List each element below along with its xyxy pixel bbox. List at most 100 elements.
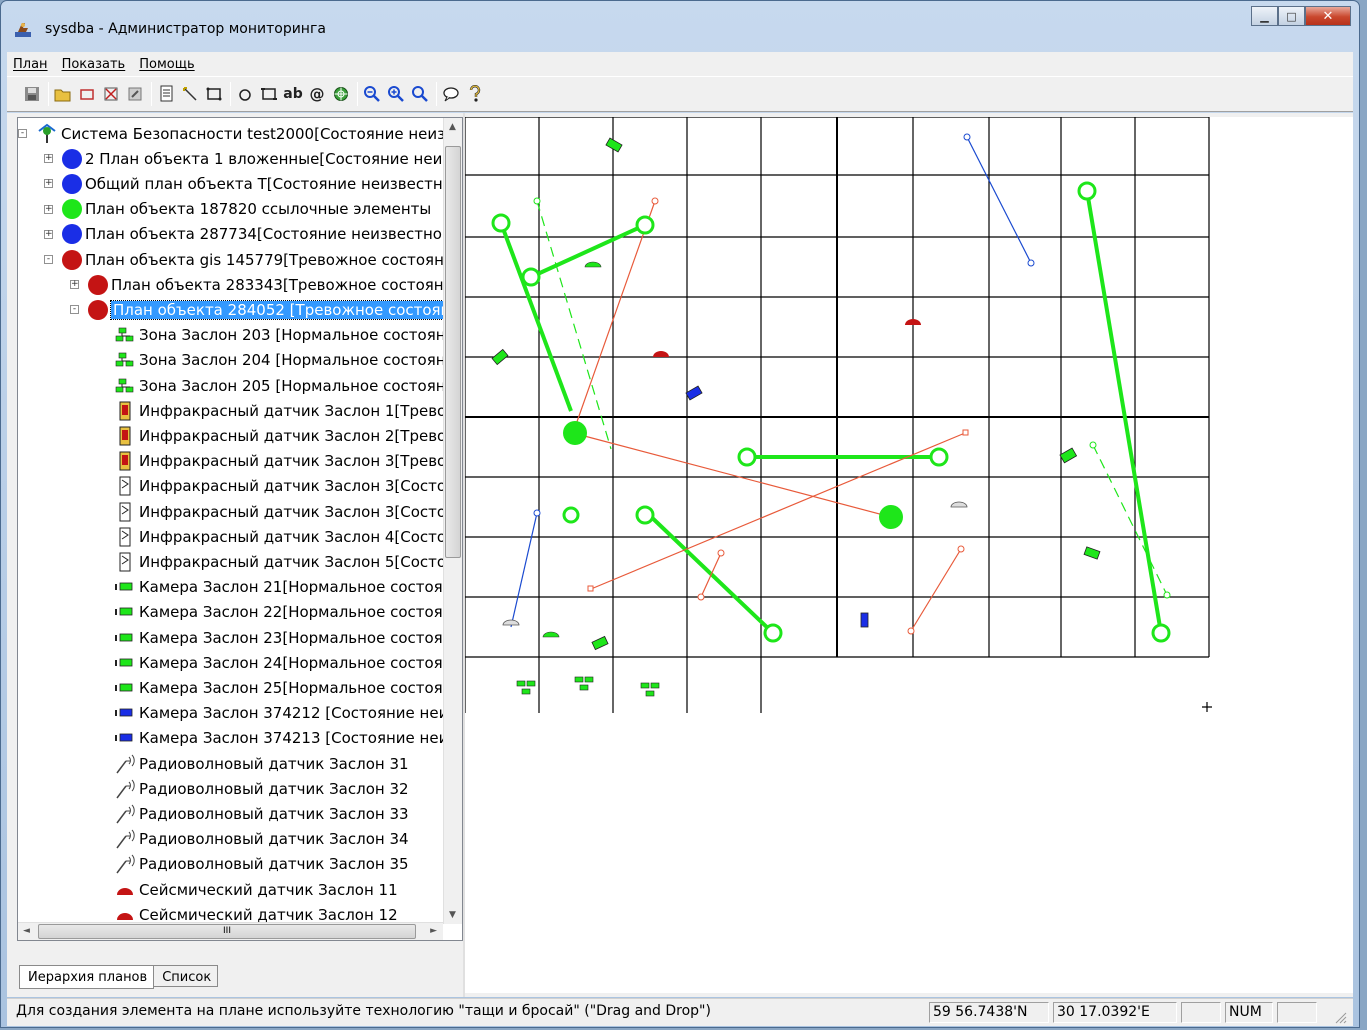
tree-node-label: Инфракрасный датчик Заслон 2[Тревожное с… [139,426,443,445]
ir-sensor-icon [114,526,136,548]
tree-node[interactable]: Инфракрасный датчик Заслон 1[Тревожное с… [114,398,443,423]
tree-node-label: Радиоволновый датчик Заслон 32 [139,779,409,798]
tree-node[interactable]: Зона Заслон 205 [Нормальное состояние] [114,373,443,398]
expand-node-icon[interactable]: + [44,179,53,189]
draw-rect-icon[interactable] [203,83,225,105]
plan-tree-panel: - Система Безопасности test2000[Состояние… [17,117,463,941]
draw-polygon-icon[interactable] [258,83,280,105]
expand-node-icon[interactable]: + [44,154,53,164]
open-folder-icon[interactable] [52,83,74,105]
properties-icon[interactable] [124,83,146,105]
tree-node[interactable]: Зона Заслон 203 [Нормальное состояние] [114,323,443,348]
camera-green-icon [114,601,136,623]
tree-node[interactable]: Камера Заслон 374213 [Состояние неизвест… [114,726,443,751]
menu-show[interactable]: Показать [62,57,126,72]
maximize-button[interactable]: □ [1278,6,1305,26]
scroll-thumb-horizontal[interactable]: III [38,924,416,939]
help-icon[interactable] [464,83,486,105]
panel-tabs: Иерархия планов Список [19,965,219,989]
expand-node-icon[interactable]: + [44,229,53,239]
zone-icon [114,324,136,346]
tree-node[interactable]: Радиоволновый датчик Заслон 33 [114,801,409,826]
resize-grip-icon[interactable] [1333,1010,1347,1024]
delete-icon[interactable] [100,83,122,105]
minimize-button[interactable]: ▁ [1251,6,1278,26]
scroll-down-icon[interactable]: ▼ [449,910,456,920]
ir-sensor-icon [114,475,136,497]
red-circle-icon [88,274,108,295]
save-icon[interactable] [21,83,43,105]
tree-node[interactable]: План объекта gis 145779[Тревожное состоя… [62,247,443,272]
tree-node[interactable]: Радиоволновый датчик Заслон 35 [114,852,409,877]
tree-node[interactable]: Сейсмический датчик Заслон 12 [114,902,398,924]
tree-node[interactable]: Инфракрасный датчик Заслон 4[Состояние н… [114,524,443,549]
tree-node[interactable]: Инфракрасный датчик Заслон 5[Состояние н… [114,549,443,574]
tree-node[interactable]: Камера Заслон 21[Нормальное состояние] [114,575,443,600]
menu-help[interactable]: Помощь [139,57,194,72]
expand-node-icon[interactable]: + [44,204,53,214]
tree-node[interactable]: 2 План объекта 1 вложенные[Состояние неи… [62,146,443,171]
tree-node[interactable]: Камера Заслон 25[Нормальное состояние] [114,675,443,700]
tree-node-label: Радиоволновый датчик Заслон 34 [139,830,409,849]
plan-tree[interactable]: - Система Безопасности test2000[Состояние… [18,118,443,924]
window-title: sysdba - Администратор мониторинга [45,21,326,37]
collapse-node-icon[interactable]: - [18,129,27,138]
ir-sensor-alarm-icon [114,425,136,447]
tree-node[interactable]: Инфракрасный датчик Заслон 3[Состояние н… [114,474,443,499]
tree-node[interactable]: Камера Заслон 23[Нормальное состояние] [114,625,443,650]
tree-node[interactable]: План объекта 284052 [Тревожное состояние… [88,297,443,322]
new-rect-icon[interactable] [76,83,98,105]
ir-sensor-alarm-icon [114,400,136,422]
expand-node-icon[interactable]: + [70,280,79,290]
tree-node[interactable]: Сейсмический датчик Заслон 11 [114,877,398,902]
plan-map[interactable] [464,116,1353,993]
tree-node[interactable]: Система Безопасности test2000[Состояние … [36,121,443,146]
zoom-icon[interactable] [409,83,431,105]
tree-vertical-scrollbar[interactable]: ▲ ▼ [443,118,462,924]
tree-node[interactable]: План объекта 187820 ссылочные элементы [62,197,431,222]
tree-node[interactable]: План объекта 287734[Состояние неизвестно… [62,222,443,247]
globe-icon[interactable] [330,83,352,105]
tree-node-label: Радиоволновый датчик Заслон 31 [139,754,409,773]
tree-node[interactable]: Общий план объекта Т[Состояние неизвестн… [62,171,443,196]
tree-node[interactable]: Камера Заслон 22[Нормальное состояние] [114,600,443,625]
tab-list[interactable]: Список [154,965,219,987]
document-icon[interactable] [155,83,177,105]
tree-node[interactable]: Зона Заслон 204 [Нормальное состояние] [114,348,443,373]
tree-node[interactable]: План объекта 283343[Тревожное состояние] [88,272,443,297]
at-icon[interactable]: @ [306,83,328,105]
ir-sensor-icon [114,551,136,573]
zoom-in-icon[interactable] [385,83,407,105]
collapse-node-icon[interactable]: - [70,305,79,315]
menu-plan[interactable]: План [13,57,48,72]
tree-node[interactable]: Инфракрасный датчик Заслон 2[Тревожное с… [114,423,443,448]
title-bar[interactable]: sysdba - Администратор мониторинга ▁ □ ✕ [1,1,1359,51]
tree-node-label: План объекта 283343[Тревожное состояние] [111,275,443,294]
draw-line-icon[interactable] [179,83,201,105]
zoom-out-icon[interactable] [361,83,383,105]
tree-node-label: План объекта gis 145779[Тревожное состоя… [85,250,443,269]
tree-node[interactable]: Камера Заслон 24[Нормальное состояние] [114,650,443,675]
text-tool-icon[interactable]: ab [282,83,304,105]
tree-node[interactable]: Инфракрасный датчик Заслон 3[Тревожное с… [114,449,443,474]
status-bar: Для создания элемента на плане используй… [7,998,1353,1026]
tree-node-label: Общий план объекта Т[Состояние неизвестн… [85,174,443,193]
plan-map-canvas[interactable] [464,116,1353,993]
tree-node[interactable]: Радиоволновый датчик Заслон 32 [114,776,409,801]
status-hint: Для создания элемента на плане используй… [16,1003,711,1019]
draw-ellipse-icon[interactable] [234,83,256,105]
collapse-node-icon[interactable]: - [44,255,53,264]
scroll-right-icon[interactable]: ► [430,926,437,936]
tree-node[interactable]: Радиоволновый датчик Заслон 31 [114,751,409,776]
scroll-up-icon[interactable]: ▲ [449,122,456,132]
tab-plan-hierarchy[interactable]: Иерархия планов [19,965,155,989]
scroll-left-icon[interactable]: ◄ [23,926,30,936]
tree-node-label: Камера Заслон 23[Нормальное состояние] [139,628,443,647]
tree-horizontal-scrollbar[interactable]: ◄ III ► [18,922,443,940]
tree-node[interactable]: Инфракрасный датчик Заслон 3[Состояние н… [114,499,443,524]
speech-bubble-icon[interactable] [440,83,462,105]
scroll-thumb[interactable] [445,146,461,558]
tree-node[interactable]: Радиоволновый датчик Заслон 34 [114,827,409,852]
close-button[interactable]: ✕ [1305,6,1351,26]
tree-node[interactable]: Камера Заслон 374212 [Состояние неизвест… [114,701,443,726]
